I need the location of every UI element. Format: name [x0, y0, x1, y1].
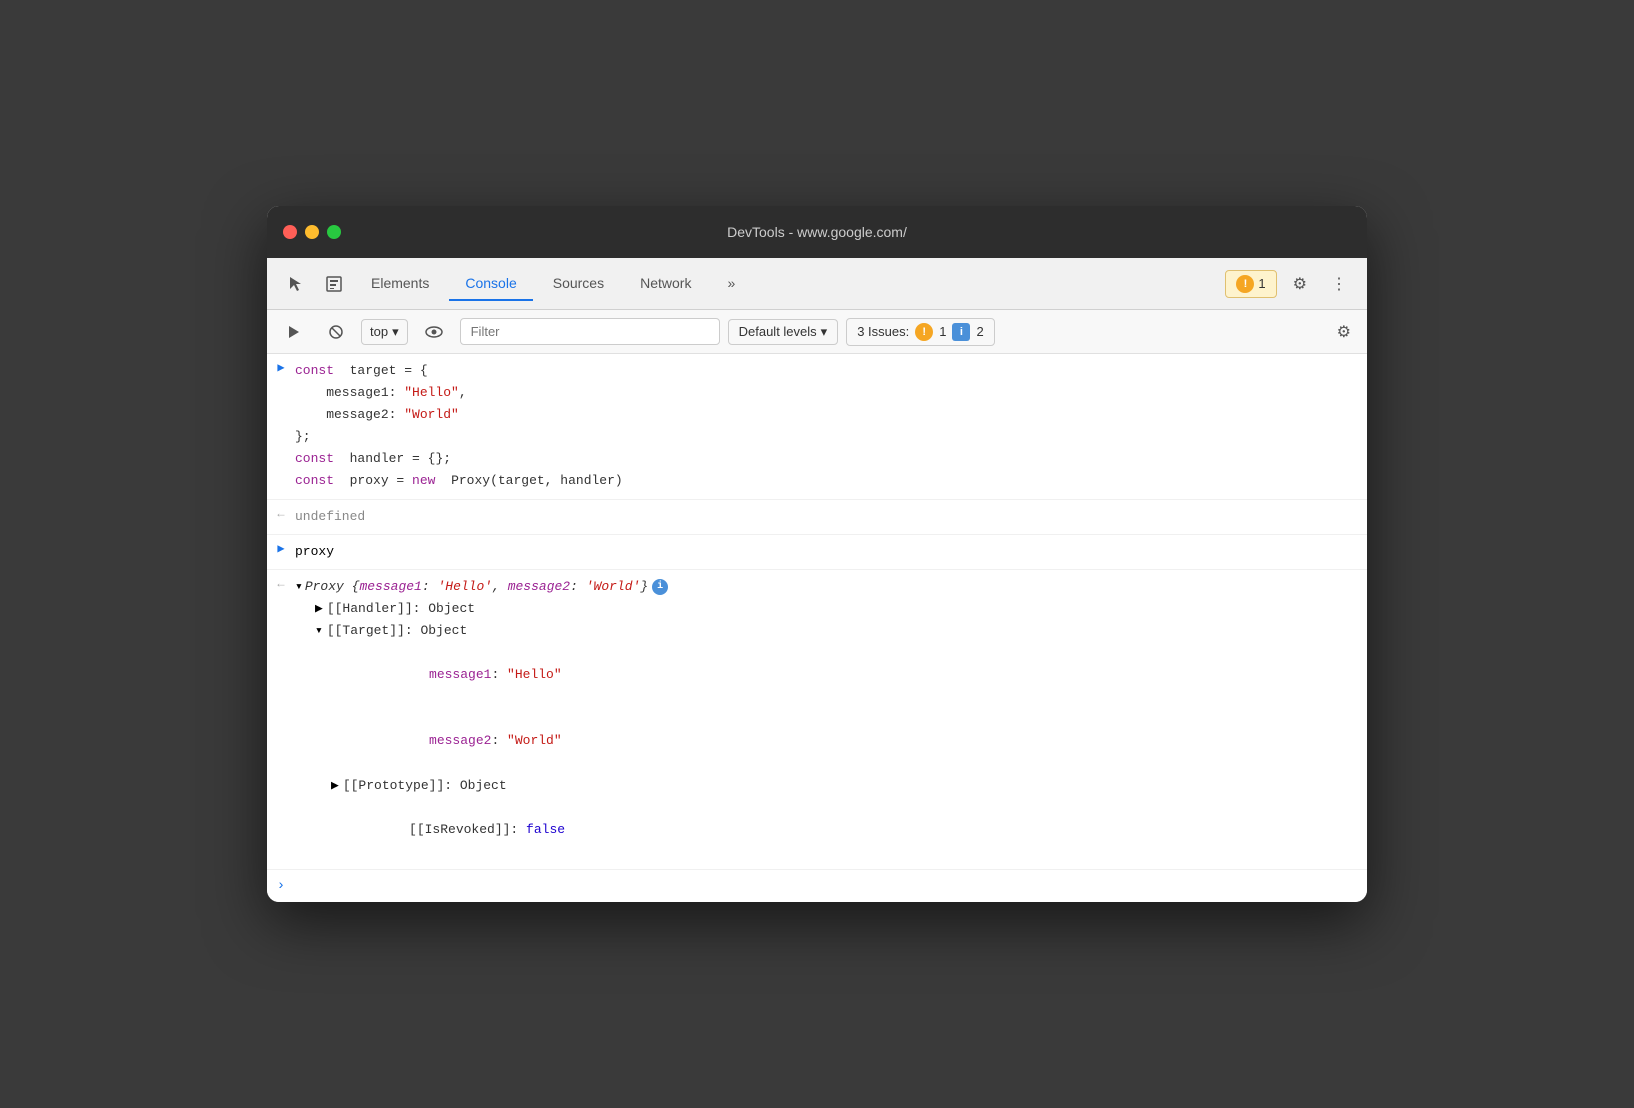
warn-icon: ! [1236, 275, 1254, 293]
maximize-button[interactable] [327, 225, 341, 239]
inspect-icon [325, 275, 343, 293]
expand-icon[interactable]: ▶ [277, 359, 284, 378]
issues-badge-button[interactable]: ! 1 [1225, 270, 1276, 298]
window-controls [283, 225, 341, 239]
proxy-expand-gutter[interactable]: ▶ [267, 537, 295, 559]
toolbar-right-section: ! 1 ⚙ ⋮ [1225, 268, 1355, 300]
back-arrow-gutter: ← [267, 502, 295, 524]
code-input-block: ▶ const target = { message1: "Hello", me… [267, 354, 1367, 500]
console-toolbar: top ▾ Default levels ▾ 3 Issues: ! 1 i 2… [267, 310, 1367, 354]
proxy-back-icon: ← [277, 575, 284, 594]
handler-expand-icon[interactable]: ▶ [315, 598, 323, 620]
context-selector[interactable]: top ▾ [361, 319, 408, 345]
clear-console-button[interactable] [319, 318, 353, 346]
main-toolbar: Elements Console Sources Network » ! 1 ⚙… [267, 258, 1367, 310]
filter-input[interactable] [460, 318, 720, 345]
levels-dropdown[interactable]: Default levels ▾ [728, 319, 839, 345]
issues-button[interactable]: 3 Issues: ! 1 i 2 [846, 318, 995, 346]
tab-console[interactable]: Console [449, 267, 532, 301]
tab-network[interactable]: Network [624, 267, 707, 301]
console-output: ▶ const target = { message1: "Hello", me… [267, 354, 1367, 902]
eye-icon-button[interactable] [416, 319, 452, 345]
code-block-1: const target = { message1: "Hello", mess… [295, 356, 1359, 497]
inspect-icon-button[interactable] [317, 269, 351, 299]
target-collapse-icon[interactable]: ▾ [315, 620, 323, 642]
devtools-window: DevTools - www.google.com/ Elements Cons… [267, 206, 1367, 902]
window-title: DevTools - www.google.com/ [727, 224, 907, 240]
levels-arrow-icon: ▾ [821, 324, 828, 340]
play-icon [286, 324, 302, 340]
close-button[interactable] [283, 225, 297, 239]
settings-button[interactable]: ⚙ [1285, 268, 1315, 300]
undefined-result-line: ← undefined [267, 500, 1367, 535]
expand-arrow-gutter[interactable]: ▶ [267, 356, 295, 378]
dropdown-arrow-icon: ▾ [392, 324, 399, 340]
context-label: top [370, 324, 388, 339]
issues-count: 1 [1258, 276, 1265, 291]
issues-info-badge: i [952, 323, 970, 341]
minimize-button[interactable] [305, 225, 319, 239]
eye-icon [425, 325, 443, 339]
tab-sources[interactable]: Sources [537, 267, 620, 301]
proxy-input-code: proxy [295, 537, 1359, 567]
issues-warn-count: 1 [939, 324, 946, 339]
proxy-expand-triangle[interactable]: ▾ [295, 576, 303, 598]
issues-info-count: 2 [976, 324, 983, 339]
back-arrow-icon: ← [277, 505, 284, 524]
console-input-line[interactable]: › [267, 870, 1367, 902]
tab-more[interactable]: » [711, 267, 751, 301]
titlebar: DevTools - www.google.com/ [267, 206, 1367, 258]
proxy-expand-icon[interactable]: ▶ [277, 540, 284, 559]
undefined-result: undefined [295, 502, 1359, 532]
cursor-icon-button[interactable] [279, 269, 313, 299]
more-button[interactable]: ⋮ [1323, 268, 1355, 300]
levels-label: Default levels [739, 324, 817, 339]
run-script-button[interactable] [277, 318, 311, 346]
issues-text: 3 Issues: [857, 324, 909, 339]
tab-elements[interactable]: Elements [355, 267, 445, 301]
cursor-icon [287, 275, 305, 293]
prototype-expand-icon[interactable]: ▶ [331, 775, 339, 797]
proxy-info-icon[interactable]: i [652, 579, 668, 595]
prompt-symbol: › [267, 875, 295, 897]
console-settings-button[interactable]: ⚙ [1331, 318, 1357, 346]
ban-icon [328, 324, 344, 340]
issues-warn-badge: ! [915, 323, 933, 341]
proxy-input-line: ▶ proxy [267, 535, 1367, 570]
proxy-output-block: ▾ Proxy {message1: 'Hello', message2: 'W… [295, 572, 1359, 867]
proxy-collapse-gutter[interactable]: ← [267, 572, 295, 594]
console-input[interactable] [295, 878, 1367, 893]
proxy-output-line: ← ▾ Proxy {message1: 'Hello', message2: … [267, 570, 1367, 870]
